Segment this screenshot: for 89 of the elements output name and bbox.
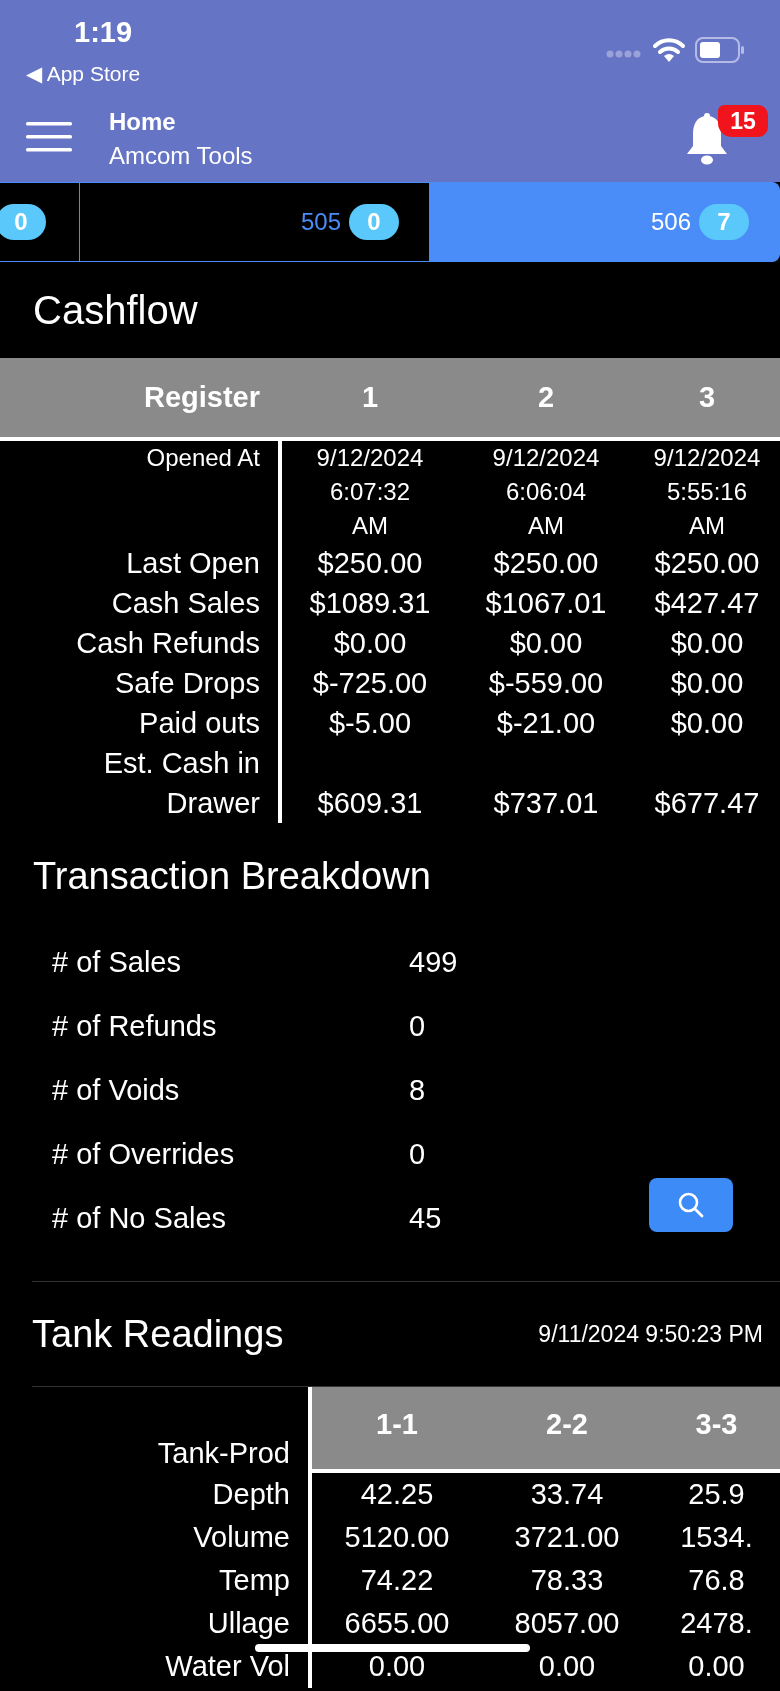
register-tab[interactable]: 506 7 [430, 182, 780, 262]
table-cell-text: $-21.00 [496, 706, 596, 741]
row-label: Temp [219, 1564, 290, 1596]
table-cell: 8057.00 [514, 1607, 620, 1639]
signal-icon [606, 49, 642, 59]
back-to-app-link[interactable]: ◀ App Store [26, 62, 141, 86]
table-cell-text: 9/12/2024 5:55:16 AM [653, 443, 761, 541]
column-header: 2-2 [546, 1408, 588, 1440]
table-cell: 78.33 [530, 1564, 604, 1596]
table-cell: 6655.00 [344, 1607, 450, 1639]
row-label: Cash Refunds [76, 626, 260, 661]
row-label: # of No Sales [51, 1201, 228, 1235]
table-cell: 0.00 [368, 1650, 426, 1682]
wifi-icon [652, 38, 686, 63]
row-value: 0 [409, 1009, 426, 1043]
menu-icon[interactable] [26, 122, 74, 152]
row-label: Opened At [146, 443, 260, 473]
row-label: Est. Cash in Drawer [102, 746, 260, 821]
table-cell-text: $0.00 [670, 626, 744, 661]
table-cell-text: 9/12/2024 6:06:04 AM [492, 443, 600, 541]
table-cell-text: $250.00 [317, 546, 423, 581]
reading-timestamp: 9/11/2024 9:50:23 PM [538, 1320, 763, 1348]
row-label: # of Sales [51, 945, 182, 979]
register-tab[interactable]: 505 0 [80, 182, 430, 262]
row-label: # of Refunds [51, 1009, 218, 1043]
row-label: Paid outs [139, 706, 260, 741]
table-cell: 74.22 [360, 1564, 434, 1596]
row-label: # of Overrides [51, 1137, 236, 1171]
table-cell: 42.25 [360, 1478, 434, 1510]
table-cell-text: $0.00 [670, 706, 744, 741]
count-badge: 0 [349, 204, 399, 240]
table-cell: 5120.00 [344, 1521, 450, 1553]
table-cell-text: 9/12/2024 6:07:32 AM [316, 443, 424, 541]
row-value: 499 [409, 945, 458, 979]
column-header: 1-1 [376, 1408, 418, 1440]
table-cell-text: $0.00 [333, 626, 407, 661]
table-cell: 0.00 [538, 1650, 596, 1682]
table-cell-text: $-725.00 [312, 666, 428, 701]
table-cell: 1534. [680, 1521, 753, 1553]
row-label: Depth [212, 1478, 290, 1510]
search-button[interactable] [649, 1178, 733, 1232]
row-label: Water Vol [165, 1650, 290, 1682]
table-cell: 0.00 [688, 1650, 745, 1682]
tab-label: 505 [300, 208, 341, 236]
table-cell-text: $0.00 [670, 666, 744, 701]
page-subtitle: Amcom Tools [109, 142, 253, 170]
table-cell: 3721.00 [514, 1521, 620, 1553]
table-cell-text: $677.47 [654, 786, 760, 821]
section-title: Tank Readings [32, 1312, 284, 1356]
table-cell-text: $250.00 [654, 546, 760, 581]
page-title: Home [109, 108, 176, 136]
table-cell-text: $427.47 [654, 586, 760, 621]
table-cell-text: $737.01 [493, 786, 599, 821]
table-cell: 2478. [680, 1607, 753, 1639]
table-cell-text: $609.31 [317, 786, 423, 821]
table-cell-text: $-559.00 [488, 666, 604, 701]
row-label: Last Open [126, 546, 260, 581]
count-badge: 7 [699, 204, 749, 240]
table-cell-text: $1089.31 [309, 586, 431, 621]
table-cell: 25.9 [688, 1478, 745, 1510]
table-cell-text: $1067.01 [485, 586, 607, 621]
table-cell-text: $0.00 [509, 626, 583, 661]
row-value: 45 [409, 1201, 442, 1235]
column-header: Register [0, 358, 278, 441]
row-label: Safe Drops [114, 666, 260, 701]
table-cell: 33.74 [530, 1478, 604, 1510]
clock-time: 1:19 [74, 16, 133, 49]
notification-badge: 15 [718, 105, 768, 137]
table-cell-text: $-5.00 [328, 706, 412, 741]
row-label: # of Voids [51, 1073, 181, 1107]
column-header: 2 [458, 358, 634, 441]
table-cell: 76.8 [688, 1564, 745, 1596]
row-value: 8 [409, 1073, 426, 1107]
column-header: 3-3 [695, 1408, 738, 1440]
bell-icon[interactable] [685, 112, 729, 166]
section-title: Transaction Breakdown [32, 854, 431, 899]
table-cell-text: $250.00 [493, 546, 599, 581]
count-badge: 0 [0, 204, 46, 240]
row-label: Volume [193, 1521, 290, 1553]
section-title: Cashflow [32, 287, 198, 334]
battery-icon [695, 37, 745, 63]
column-header: Tank-Prod [157, 1436, 290, 1471]
row-value: 0 [409, 1137, 426, 1171]
row-label: Cash Sales [111, 586, 260, 621]
column-header: 3 [634, 358, 780, 441]
search-icon [677, 1191, 705, 1219]
column-header: 1 [282, 358, 458, 441]
row-label: Ullage [207, 1607, 290, 1639]
tab-label: 506 [650, 208, 691, 236]
